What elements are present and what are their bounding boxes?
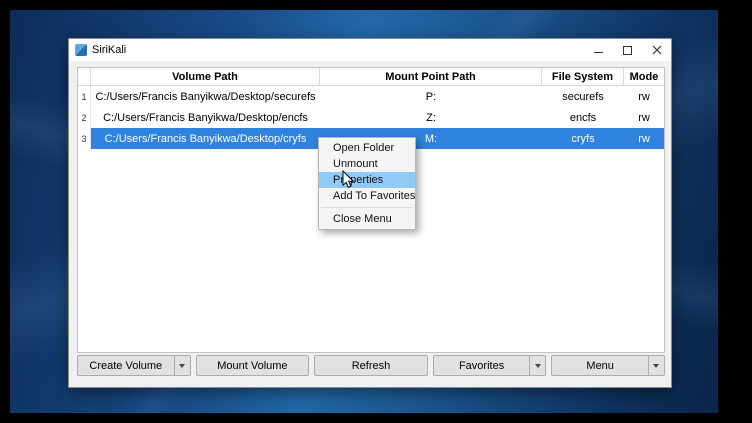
window-title: SiriKali <box>92 44 126 56</box>
menu-item-unmount[interactable]: Unmount <box>319 156 415 172</box>
chevron-down-icon <box>179 364 185 368</box>
toolbar: Create Volume Mount Volume Refresh Favor… <box>77 355 665 376</box>
maximize-button[interactable] <box>613 39 642 61</box>
screen: SiriKali Volume Path Mount Point Path Fi… <box>0 0 752 423</box>
favorites-button[interactable]: Favorites <box>433 355 547 376</box>
menu-item-close-menu[interactable]: Close Menu <box>319 211 415 227</box>
column-header-mount-point-path[interactable]: Mount Point Path <box>320 68 542 85</box>
file-system-cell: securefs <box>542 86 624 107</box>
menu-button[interactable]: Menu <box>551 355 665 376</box>
file-system-cell: cryfs <box>542 128 624 149</box>
menu-label: Menu <box>552 356 648 375</box>
favorites-label: Favorites <box>434 356 530 375</box>
create-volume-label: Create Volume <box>78 356 174 375</box>
file-system-cell: encfs <box>542 107 624 128</box>
row-number: 1 <box>78 86 91 107</box>
window-controls <box>584 39 671 61</box>
create-volume-dropdown[interactable] <box>174 356 190 375</box>
refresh-button[interactable]: Refresh <box>314 355 428 376</box>
mount-point-cell: Z: <box>320 107 542 128</box>
row-number: 3 <box>78 128 91 149</box>
menu-separator <box>321 207 413 208</box>
maximize-icon <box>623 46 632 55</box>
volume-path-cell: C:/Users/Francis Banyikwa/Desktop/cryfs <box>91 128 320 149</box>
column-header-volume-path[interactable]: Volume Path <box>91 68 320 85</box>
menu-dropdown[interactable] <box>648 356 664 375</box>
menu-item-properties[interactable]: Properties <box>319 172 415 188</box>
titlebar[interactable]: SiriKali <box>69 39 671 61</box>
table-row[interactable]: 1 C:/Users/Francis Banyikwa/Desktop/secu… <box>78 86 664 107</box>
mode-cell: rw <box>624 86 664 107</box>
app-icon <box>75 44 87 56</box>
minimize-icon <box>594 52 603 53</box>
table-header: Volume Path Mount Point Path File System… <box>78 68 664 86</box>
volume-path-cell: C:/Users/Francis Banyikwa/Desktop/secure… <box>91 86 320 107</box>
row-number-header <box>78 68 91 85</box>
refresh-label: Refresh <box>315 356 427 375</box>
column-header-mode[interactable]: Mode <box>624 68 664 85</box>
chevron-down-icon <box>653 364 659 368</box>
chevron-down-icon <box>535 364 541 368</box>
table-row[interactable]: 2 C:/Users/Francis Banyikwa/Desktop/encf… <box>78 107 664 128</box>
menu-item-open-folder[interactable]: Open Folder <box>319 140 415 156</box>
mode-cell: rw <box>624 107 664 128</box>
column-header-file-system[interactable]: File System <box>542 68 624 85</box>
create-volume-button[interactable]: Create Volume <box>77 355 191 376</box>
mode-cell: rw <box>624 128 664 149</box>
mount-volume-button[interactable]: Mount Volume <box>196 355 310 376</box>
mouse-cursor <box>342 170 355 189</box>
menu-item-add-to-favorites[interactable]: Add To Favorites <box>319 188 415 204</box>
mount-point-cell: P: <box>320 86 542 107</box>
mount-volume-label: Mount Volume <box>197 356 309 375</box>
row-number: 2 <box>78 107 91 128</box>
context-menu: Open Folder Unmount Properties Add To Fa… <box>318 137 416 230</box>
close-button[interactable] <box>642 39 671 61</box>
close-icon <box>652 45 662 55</box>
minimize-button[interactable] <box>584 39 613 61</box>
volume-path-cell: C:/Users/Francis Banyikwa/Desktop/encfs <box>91 107 320 128</box>
favorites-dropdown[interactable] <box>529 356 545 375</box>
